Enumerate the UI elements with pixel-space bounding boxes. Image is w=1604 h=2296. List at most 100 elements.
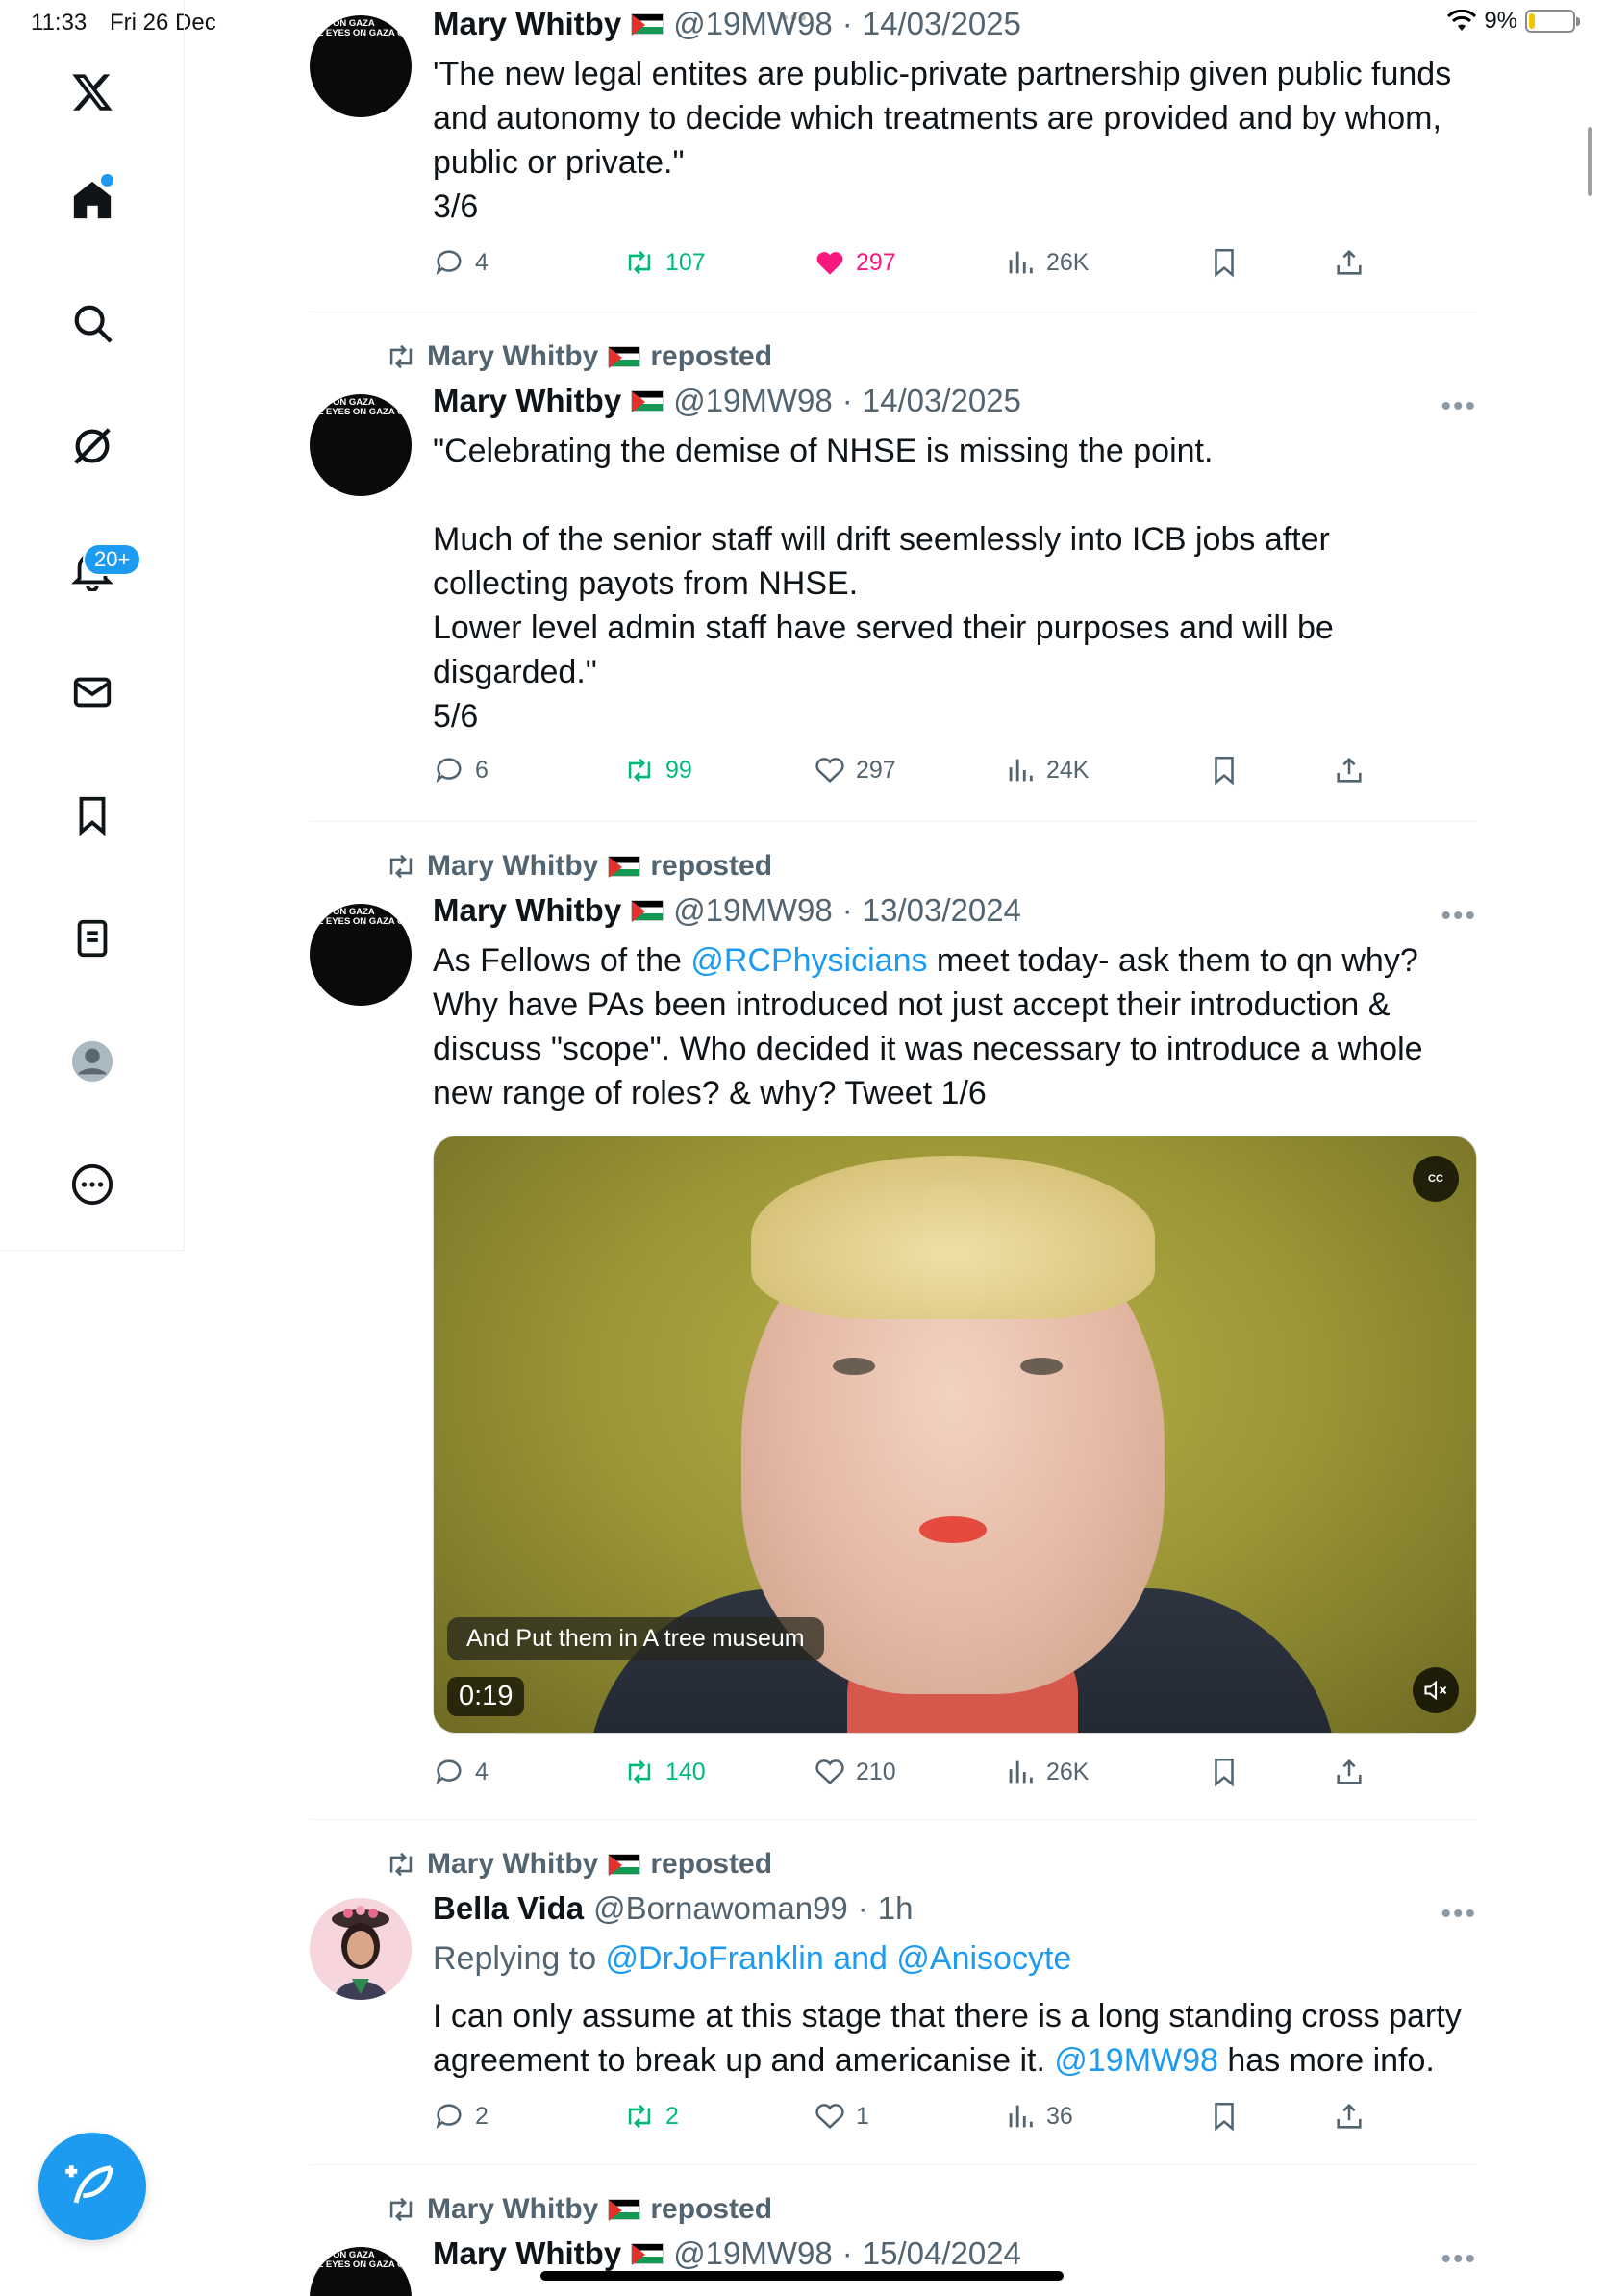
tweet-date[interactable]: 13/03/2024 — [863, 892, 1021, 929]
reply-button[interactable]: 2 — [433, 2100, 489, 2133]
reposter-name[interactable]: Mary Whitby — [427, 2193, 598, 2226]
avatar[interactable]: EYES ON GAZA ALL EYES ON GAZA CITY — [310, 904, 412, 1006]
scrollbar[interactable] — [1588, 127, 1592, 196]
messages-envelope-icon[interactable] — [62, 661, 123, 723]
views-button[interactable]: 36 — [1004, 2100, 1073, 2133]
bookmark-button[interactable] — [1208, 246, 1241, 279]
author-name[interactable]: Bella Vida — [433, 1890, 584, 1927]
avatar[interactable]: EYES ON GAZA ALL EYES ON GAZA CITY — [310, 15, 412, 117]
profile-avatar-icon[interactable] — [62, 1031, 123, 1092]
like-button[interactable]: 210 — [814, 1756, 896, 1788]
tweet[interactable]: Mary Whitby reposted EYES ON GAZA ALL EY… — [310, 313, 1477, 822]
reply-button[interactable]: 4 — [433, 246, 489, 279]
views-button[interactable]: 26K — [1004, 1756, 1089, 1788]
tweet-date[interactable]: 1h — [878, 1890, 914, 1927]
tweet-date[interactable]: 15/04/2024 — [863, 2235, 1021, 2272]
repost-button[interactable]: 2 — [623, 2100, 679, 2133]
video-frame-mouth — [919, 1516, 987, 1543]
battery-percent: 9% — [1484, 8, 1517, 34]
avatar-text: EYES ON GAZA ALL EYES ON GAZA CITY — [310, 2250, 412, 2270]
author-name[interactable]: Mary Whitby — [433, 892, 621, 929]
home-indicator[interactable] — [540, 2271, 1064, 2281]
reply-button[interactable]: 6 — [433, 754, 489, 786]
bookmark-icon — [1215, 2102, 1234, 2132]
lists-icon[interactable] — [62, 908, 123, 969]
reply-button[interactable]: 4 — [433, 1756, 489, 1788]
like-button[interactable]: 297 — [814, 246, 896, 279]
more-options-icon[interactable]: ••• — [1441, 390, 1477, 423]
reposter-name[interactable]: Mary Whitby — [427, 340, 598, 373]
reply-count: 6 — [475, 756, 489, 784]
repost-count: 140 — [665, 1758, 706, 1785]
view-count: 36 — [1046, 2102, 1073, 2130]
separator: · — [841, 2235, 853, 2271]
tweet-header: Bella Vida @Bornawoman99 · 1h — [433, 1890, 914, 1927]
avatar[interactable]: EYES ON GAZA ALL EYES ON GAZA CITY — [310, 394, 412, 496]
action-bar: 6 99 297 24K — [433, 754, 1375, 792]
mention-link[interactable]: @RCPhysicians — [690, 942, 927, 979]
author-handle[interactable]: @Bornawoman99 — [593, 1890, 848, 1927]
views-button[interactable]: 24K — [1004, 754, 1089, 786]
bookmark-button[interactable] — [1208, 754, 1241, 786]
avatar[interactable]: EYES ON GAZA ALL EYES ON GAZA CITY — [310, 2247, 412, 2296]
author-handle[interactable]: @19MW98 — [673, 2235, 833, 2272]
repost-label: reposted — [650, 850, 773, 882]
closed-captions-button[interactable]: CC — [1413, 1156, 1459, 1202]
author-name[interactable]: Mary Whitby — [433, 2235, 621, 2272]
share-button[interactable] — [1333, 754, 1366, 786]
bookmarks-icon[interactable] — [62, 785, 123, 846]
tweet[interactable]: Mary Whitby reposted EYES ON GAZA ALL EY… — [310, 823, 1477, 1820]
share-button[interactable] — [1333, 1756, 1366, 1788]
author-name[interactable]: Mary Whitby — [433, 6, 621, 42]
more-options-icon[interactable]: ••• — [1441, 1898, 1477, 1931]
mute-button[interactable] — [1413, 1667, 1459, 1713]
bookmark-icon — [1215, 1758, 1234, 1787]
repost-icon — [628, 2104, 651, 2129]
view-count: 24K — [1046, 756, 1090, 784]
palestine-flag-icon — [631, 2243, 664, 2265]
repost-context: Mary Whitby reposted — [385, 1848, 772, 1881]
x-logo-icon[interactable] — [62, 62, 123, 123]
share-icon — [1337, 757, 1362, 783]
tweet-text: "Celebrating the demise of NHSE is missi… — [433, 433, 1334, 735]
palestine-flag-icon — [608, 2199, 641, 2221]
home-icon[interactable] — [62, 169, 123, 231]
repost-label: reposted — [650, 340, 773, 372]
repost-button[interactable]: 140 — [623, 1756, 706, 1788]
more-options-icon[interactable]: ••• — [1441, 2243, 1477, 2276]
replying-to-links[interactable]: @DrJoFranklin and @Anisocyte — [606, 1940, 1072, 1977]
separator: · — [841, 383, 853, 418]
more-circle-icon[interactable] — [62, 1154, 123, 1215]
author-handle[interactable]: @19MW98 — [673, 892, 833, 929]
repost-button[interactable]: 107 — [623, 246, 706, 279]
repost-button[interactable]: 99 — [623, 754, 692, 786]
tweet[interactable]: EYES ON GAZA ALL EYES ON GAZA CITY Mary … — [310, 0, 1477, 312]
author-handle[interactable]: @19MW98 — [673, 6, 833, 42]
author-name[interactable]: Mary Whitby — [433, 383, 621, 419]
bookmark-button[interactable] — [1208, 2100, 1241, 2133]
action-bar: 4 107 297 26K — [433, 246, 1375, 285]
like-count: 210 — [856, 1758, 896, 1785]
palestine-flag-icon — [608, 1854, 641, 1876]
tweet-date[interactable]: 14/03/2025 — [863, 383, 1021, 419]
mention-link[interactable]: @19MW98 — [1054, 2042, 1218, 2079]
palestine-flag-icon — [631, 390, 664, 412]
tweet[interactable]: Mary Whitby reposted Bella Vida @Bornawo… — [310, 1821, 1477, 2165]
like-button[interactable]: 297 — [814, 754, 896, 786]
grok-icon[interactable] — [62, 415, 123, 477]
like-button[interactable]: 1 — [814, 2100, 869, 2133]
search-icon[interactable] — [62, 292, 123, 354]
tweet-text-pre: As Fellows of the — [433, 942, 691, 979]
avatar[interactable] — [310, 1898, 412, 2000]
reposter-name[interactable]: Mary Whitby — [427, 1848, 598, 1881]
author-handle[interactable]: @19MW98 — [673, 383, 833, 419]
more-options-icon[interactable]: ••• — [1441, 900, 1477, 933]
video-player[interactable]: CC And Put them in A tree museum 0:19 — [433, 1136, 1477, 1734]
share-button[interactable] — [1333, 246, 1366, 279]
compose-button[interactable] — [38, 2133, 146, 2240]
tweet-date[interactable]: 14/03/2025 — [863, 6, 1021, 42]
reposter-name[interactable]: Mary Whitby — [427, 850, 598, 883]
bookmark-button[interactable] — [1208, 1756, 1241, 1788]
share-button[interactable] — [1333, 2100, 1366, 2133]
views-button[interactable]: 26K — [1004, 246, 1089, 279]
